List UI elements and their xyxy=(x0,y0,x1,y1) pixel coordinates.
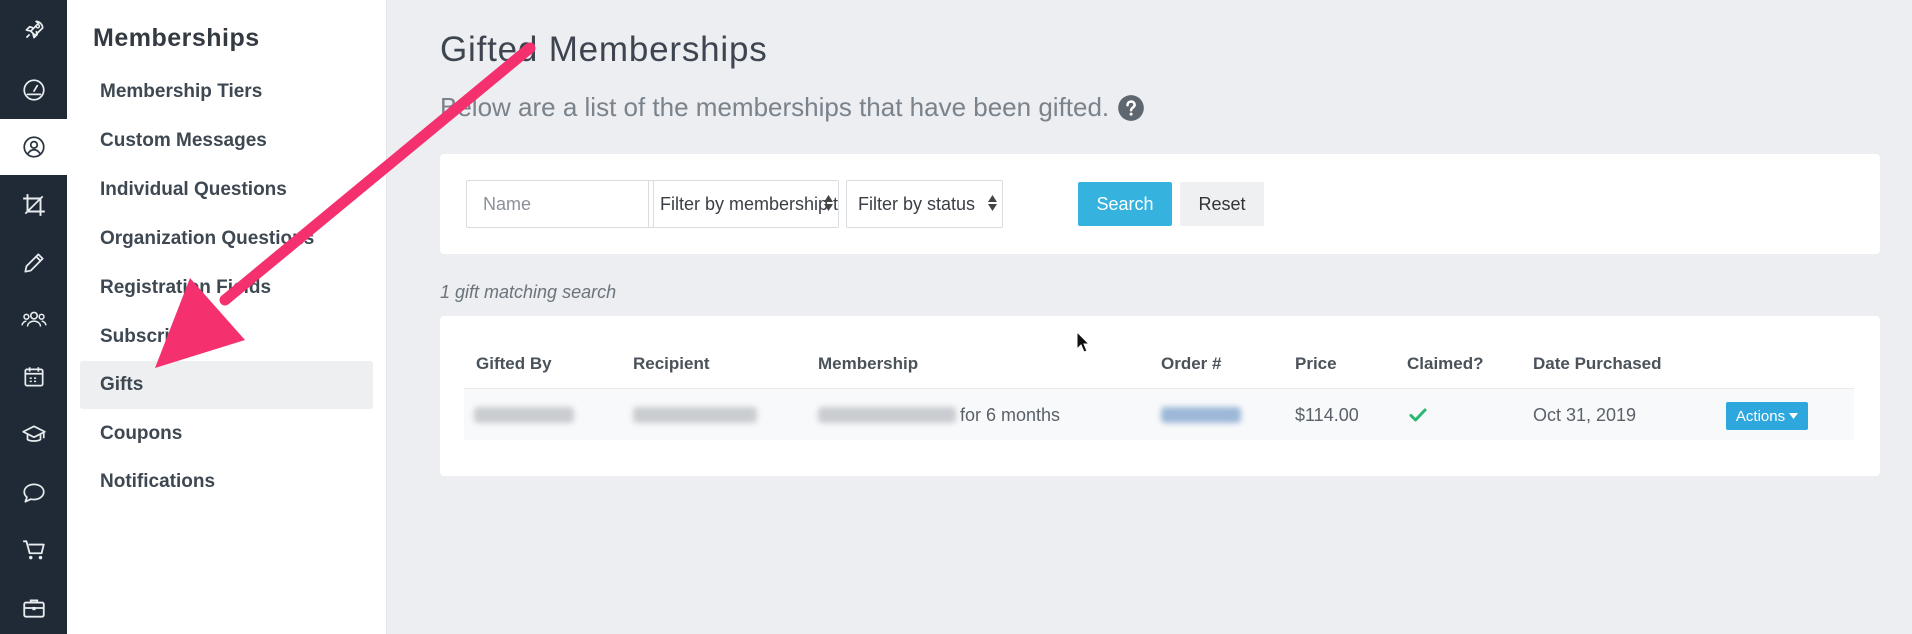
cell-price: $114.00 xyxy=(1295,404,1359,425)
cell-claimed xyxy=(1408,389,1428,441)
select-arrows-icon xyxy=(824,195,833,211)
header-order[interactable]: Order # xyxy=(1161,354,1221,374)
calendar-icon xyxy=(23,367,44,387)
crop-icon xyxy=(22,194,45,216)
gifts-table: Gifted By Recipient Membership Order # P… xyxy=(440,316,1880,476)
rail-item-dashboard[interactable] xyxy=(0,62,67,118)
membership-tier-select[interactable]: Filter by membership tier xyxy=(648,180,839,228)
menu-item-individual-questions[interactable]: Individual Questions xyxy=(80,166,373,214)
rail-item-calendar[interactable] xyxy=(0,349,67,405)
menu-item-notifications[interactable]: Notifications xyxy=(80,458,373,506)
menu-item-custom-messages[interactable]: Custom Messages xyxy=(80,117,373,165)
chat-icon xyxy=(22,483,45,503)
graduation-cap-icon xyxy=(21,425,46,442)
check-icon xyxy=(1409,408,1427,422)
table-row: for 6 months $114.00 Oct 31, 2019 Action… xyxy=(464,388,1854,440)
actions-dropdown-button[interactable]: Actions xyxy=(1726,402,1808,430)
cell-gifted-by xyxy=(474,389,574,441)
caret-down-icon xyxy=(1789,413,1799,419)
rail-item-people[interactable] xyxy=(0,292,67,348)
cell-membership: for 6 months xyxy=(818,389,1060,441)
name-search-input[interactable] xyxy=(466,180,654,228)
rail-item-edit[interactable] xyxy=(0,235,67,291)
rail-item-briefcase[interactable] xyxy=(0,580,67,634)
redacted-name xyxy=(633,407,757,423)
submenu-title: Memberships xyxy=(93,24,260,52)
menu-item-coupons[interactable]: Coupons xyxy=(80,410,373,458)
select-arrows-icon xyxy=(988,195,997,211)
rocket-icon xyxy=(25,20,44,39)
page-subtitle: Below are a list of the memberships that… xyxy=(440,92,1145,123)
membership-tier-select-value: Filter by membership tier xyxy=(660,193,839,214)
header-claimed[interactable]: Claimed? xyxy=(1407,354,1484,374)
filter-panel: Filter by membership tier Filter by stat… xyxy=(440,154,1880,254)
memberships-submenu: Memberships Membership Tiers Custom Mess… xyxy=(67,0,387,634)
cell-recipient xyxy=(633,389,757,441)
menu-item-registration-fields[interactable]: Registration Fields xyxy=(80,264,373,312)
redacted-membership xyxy=(818,407,956,423)
page-title: Gifted Memberships xyxy=(440,30,768,69)
icon-rail xyxy=(0,0,67,634)
header-price[interactable]: Price xyxy=(1295,354,1337,374)
header-membership[interactable]: Membership xyxy=(818,354,918,374)
status-select-value: Filter by status xyxy=(858,193,976,214)
mouse-cursor-icon xyxy=(1076,331,1090,353)
membership-duration: for 6 months xyxy=(960,404,1061,425)
rail-item-store[interactable] xyxy=(0,522,67,578)
redacted-order-link[interactable] xyxy=(1161,407,1241,423)
rail-item-rocket[interactable] xyxy=(0,2,67,58)
dashboard-icon xyxy=(22,79,45,101)
user-circle-icon xyxy=(22,136,45,158)
header-recipient[interactable]: Recipient xyxy=(633,354,710,374)
cell-date-purchased: Oct 31, 2019 xyxy=(1533,404,1637,425)
briefcase-icon xyxy=(22,599,45,618)
rail-item-education[interactable] xyxy=(0,407,67,463)
main-content: Gifted Memberships Below are a list of t… xyxy=(388,0,1912,634)
results-count: 1 gift matching search xyxy=(440,282,617,302)
menu-item-subscriptions[interactable]: Subscriptions xyxy=(80,313,373,361)
page-subtitle-text: Below are a list of the memberships that… xyxy=(440,92,1110,122)
reset-button[interactable]: Reset xyxy=(1180,182,1264,226)
cell-order[interactable] xyxy=(1161,389,1241,441)
status-select[interactable]: Filter by status xyxy=(846,180,1003,228)
rail-item-memberships[interactable] xyxy=(0,119,67,175)
cart-icon xyxy=(22,540,45,560)
actions-label: Actions xyxy=(1735,407,1786,425)
rail-item-crop[interactable] xyxy=(0,177,67,233)
rail-item-messages[interactable] xyxy=(0,465,67,521)
redacted-name xyxy=(474,407,574,423)
menu-item-membership-tiers[interactable]: Membership Tiers xyxy=(80,68,373,116)
header-date-purchased[interactable]: Date Purchased xyxy=(1533,354,1662,374)
header-gifted-by[interactable]: Gifted By xyxy=(476,354,552,374)
menu-item-organization-questions[interactable]: Organization Questions xyxy=(80,215,373,263)
pencil-icon xyxy=(23,253,44,273)
menu-item-gifts[interactable]: Gifts xyxy=(80,361,373,409)
question-circle-icon[interactable] xyxy=(1117,94,1145,122)
search-button[interactable]: Search xyxy=(1078,182,1172,226)
people-icon xyxy=(20,311,47,327)
